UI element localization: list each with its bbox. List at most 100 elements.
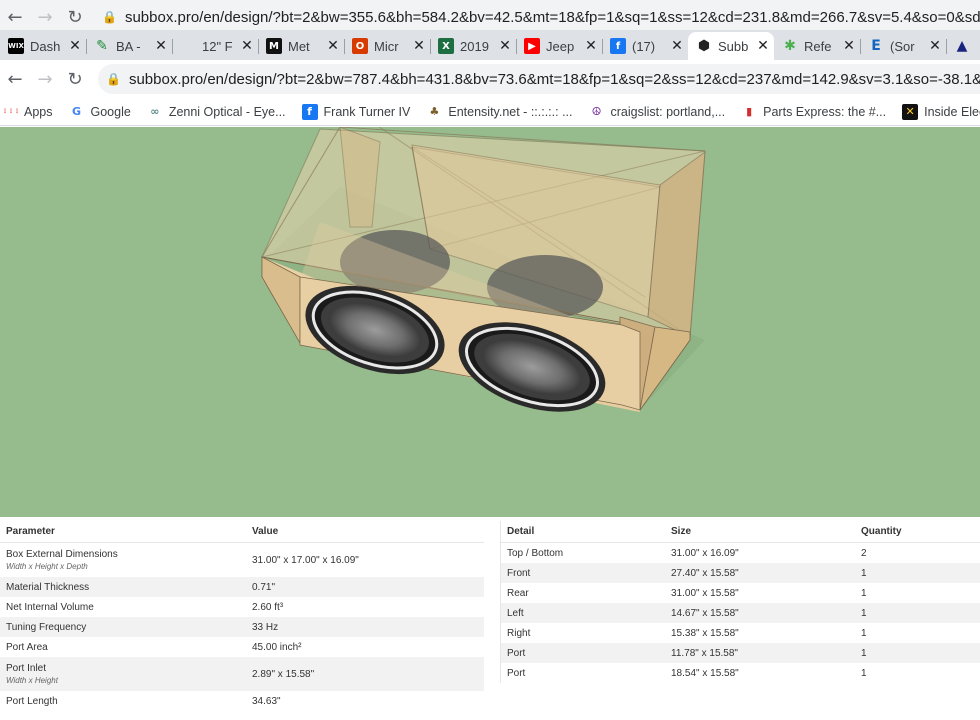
facebook-icon: f — [610, 38, 626, 54]
close-tab-icon[interactable]: ✕ — [154, 38, 168, 54]
back-button[interactable]: ← — [0, 64, 30, 94]
reload-button[interactable]: ↻ — [60, 64, 90, 94]
peace-icon: ☮ — [591, 105, 602, 118]
zenni-icon: ∞ — [150, 105, 160, 118]
parameter-name: Port Length — [6, 695, 58, 707]
detail-quantity: 1 — [861, 647, 867, 659]
close-tab-icon[interactable]: ✕ — [498, 38, 512, 54]
parameter-row: Port Length 34.63" — [0, 691, 484, 711]
detail-quantity: 1 — [861, 607, 867, 619]
tab-strip: WIX Dash ✕ ✎ BA - ✕ 12" F ✕ M Met ✕ O Micr ✕ X 2019 ✕ ▶ Je… — [0, 30, 980, 60]
close-tab-icon[interactable]: ✕ — [240, 38, 254, 54]
tab-title: Met — [288, 38, 310, 54]
parameter-row: Tuning Frequency 33 Hz — [0, 617, 484, 637]
parameter-subtitle: Width x Height x Depth — [6, 562, 88, 571]
close-tab-icon[interactable]: ✕ — [68, 38, 82, 54]
bookmark-item[interactable]: ⋮⋮⋮ Apps — [2, 104, 53, 120]
results-panel: Parameter Value Box External Dimensions W… — [0, 517, 980, 720]
google-icon: G — [71, 105, 82, 118]
tab-title: Jeep — [546, 38, 575, 54]
office-icon: O — [352, 38, 368, 54]
browser-tab[interactable]: ✎ BA - ✕ — [86, 32, 172, 60]
close-tab-icon[interactable]: ✕ — [842, 38, 856, 54]
parameter-row: Material Thickness 0.71" — [0, 577, 484, 597]
detail-quantity: 1 — [861, 667, 867, 679]
tab-title: BA - — [116, 38, 141, 54]
bookmark-item[interactable]: ▮ Parts Express: the #... — [741, 104, 886, 120]
inside-electrician-icon: ✕ — [902, 103, 919, 120]
browser-tab[interactable]: f (17) ✕ — [602, 32, 688, 60]
bookmark-item[interactable]: G Google — [69, 104, 131, 120]
close-tab-icon[interactable]: ✕ — [412, 38, 426, 54]
parameters-table: Parameter Value Box External Dimensions W… — [0, 521, 484, 711]
excel-icon: X — [438, 38, 454, 54]
bookmark-item[interactable]: ♣ Entensity.net - ::.:.:.: ... — [426, 104, 572, 120]
parameter-row: Box External Dimensions Width x Height x … — [0, 543, 484, 577]
close-tab-icon[interactable]: ✕ — [928, 38, 942, 54]
3d-box-viewport[interactable] — [0, 127, 980, 517]
parameter-name: Material Thickness — [6, 581, 90, 593]
parameter-cell: Net Internal Volume — [6, 602, 252, 613]
browser-tab[interactable]: WIX Dash ✕ — [0, 32, 86, 60]
forward-button[interactable]: → — [30, 64, 60, 94]
bookmark-label: Apps — [24, 104, 53, 119]
reload-icon: ↻ — [67, 68, 83, 90]
browser-tab[interactable]: 12" F ✕ — [172, 32, 258, 60]
tab-title: Subb — [718, 38, 749, 54]
parameter-value: 2.60 ft³ — [252, 601, 284, 613]
back-arrow-icon[interactable]: ← — [0, 2, 30, 32]
browser-tab[interactable]: ✱ Refe ✕ — [774, 32, 860, 60]
parameter-cell: Port Length — [6, 696, 252, 707]
bookmark-label: Inside Electricia — [924, 104, 980, 119]
browser-tab[interactable]: ⬢ Subb ✕ — [688, 32, 774, 60]
detail-quantity: 1 — [861, 567, 867, 579]
bookmark-label: Google — [90, 104, 131, 119]
browser-tab[interactable]: E (Sor ✕ — [860, 32, 946, 60]
parameter-cell: Port Area — [6, 642, 252, 653]
parameter-name: Tuning Frequency — [6, 621, 87, 633]
parameter-subtitle: Width x Height — [6, 676, 58, 685]
bookmark-item[interactable]: ✕ Inside Electricia — [902, 103, 980, 120]
detail-name: Left — [507, 607, 524, 619]
reload-icon[interactable]: ↻ — [60, 2, 90, 32]
background-window-bar: ← → ↻ 🔒 subbox.pro/en/design/?bt=2&bw=35… — [0, 0, 980, 34]
address-text: subbox.pro/en/design/?bt=2&bw=787.4&bh=4… — [128, 70, 980, 88]
detail-size: 14.67" x 15.58" — [671, 607, 739, 619]
parameter-name: Port Area — [6, 641, 48, 653]
bookmark-label: Zenni Optical - Eye... — [168, 104, 286, 119]
detail-row: Right 15.38" x 15.58" 1 — [501, 623, 980, 643]
parameter-name: Port Inlet — [6, 663, 47, 674]
parameter-cell: Port Inlet Width x Height — [6, 663, 252, 685]
close-tab-icon[interactable]: ✕ — [756, 38, 770, 54]
browser-tab[interactable]: ▲ — [946, 32, 976, 60]
tab-title: Micr — [374, 38, 399, 54]
background-url-field[interactable]: 🔒 subbox.pro/en/design/?bt=2&bw=355.6&bh… — [94, 3, 980, 31]
bookmark-item[interactable]: f Frank Turner IV — [301, 103, 410, 120]
background-url-text: subbox.pro/en/design/?bt=2&bw=355.6&bh=5… — [124, 8, 980, 26]
parameter-name: Box External Dimensions — [6, 549, 118, 560]
detail-column-header: Detail — [507, 526, 535, 537]
parameter-value: 34.63" — [252, 695, 281, 707]
feather-icon: ✎ — [96, 38, 108, 54]
forward-arrow-icon[interactable]: → — [30, 2, 60, 32]
browser-tab[interactable]: O Micr ✕ — [344, 32, 430, 60]
details-header-row: Detail Size Quantity — [501, 521, 980, 543]
apps-icon: ⋮⋮⋮ — [2, 107, 20, 115]
bookmark-item[interactable]: ☮ craigslist: portland,... — [589, 104, 726, 120]
close-tab-icon[interactable]: ✕ — [584, 38, 598, 54]
browser-tab[interactable]: M Met ✕ — [258, 32, 344, 60]
bookmark-item[interactable]: ∞ Zenni Optical - Eye... — [147, 104, 286, 120]
close-tab-icon[interactable]: ✕ — [326, 38, 340, 54]
browser-tab[interactable]: ▶ Jeep ✕ — [516, 32, 602, 60]
browser-tab[interactable]: X 2019 ✕ — [430, 32, 516, 60]
detail-row: Front 27.40" x 15.58" 1 — [501, 563, 980, 583]
close-tab-icon[interactable]: ✕ — [670, 38, 684, 54]
parameters-header-row: Parameter Value — [0, 521, 484, 543]
detail-name: Right — [507, 627, 531, 639]
address-bar[interactable]: 🔒 subbox.pro/en/design/?bt=2&bw=787.4&bh… — [98, 64, 980, 94]
wix-icon: WIX — [8, 38, 24, 54]
detail-name: Port — [507, 667, 526, 679]
parts-express-icon: ▮ — [746, 105, 753, 118]
detail-row: Top / Bottom 31.00" x 16.09" 2 — [501, 543, 980, 563]
tab-title: 12" F — [202, 38, 233, 54]
